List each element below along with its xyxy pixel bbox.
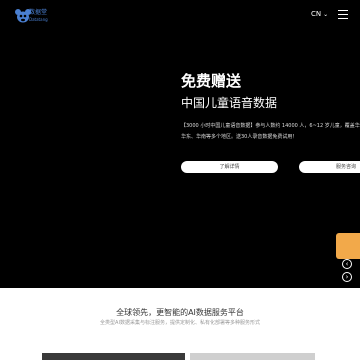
consult-button[interactable]: 服务咨询 — [299, 161, 360, 173]
chevron-down-icon: ⌄ — [323, 11, 329, 18]
feature-card-image[interactable] — [42, 353, 185, 360]
section-subtitle: 全类型AI数据采集与标注服务，提供定制化、私有化部署等多种服务形式 — [100, 320, 260, 326]
scroll-down-icon[interactable]: › — [342, 272, 352, 282]
hero-banner: 数据堂 Datatang CN ⌄ 免费赠送 中国儿童语音数据 【3000 小时中… — [0, 0, 360, 288]
menu-icon[interactable] — [338, 10, 348, 19]
hero-subtitle: 中国儿童语音数据 — [181, 96, 278, 110]
language-label: CN — [311, 10, 322, 18]
hero-title: 免费赠送 — [181, 72, 242, 90]
language-selector[interactable]: CN ⌄ — [311, 10, 328, 19]
section-title: 全球领先，更智能的AI数据服务平台 — [116, 308, 244, 317]
feature-card-image[interactable] — [190, 353, 315, 360]
floating-contact-tab[interactable] — [336, 233, 360, 259]
hero-description: 【3000 小时中国儿童语音数据】参与人数约 14000 人，6~12 岁儿童，… — [181, 123, 360, 140]
scroll-up-icon[interactable]: ‹ — [342, 259, 352, 269]
logo-text: 数据堂 — [29, 9, 48, 16]
learn-more-button[interactable]: 了解详情 — [181, 161, 278, 173]
logo-subtext: Datatang — [29, 17, 48, 22]
